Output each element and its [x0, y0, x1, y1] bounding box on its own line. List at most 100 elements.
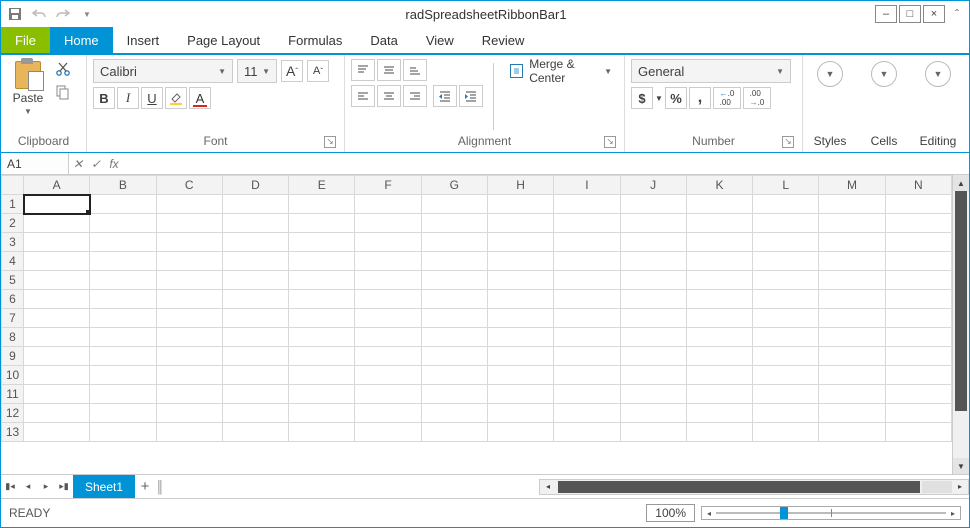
col-header[interactable]: L [753, 176, 819, 195]
copy-button[interactable] [55, 84, 71, 103]
zoom-value[interactable]: 100% [646, 504, 695, 522]
number-format-combo[interactable]: General▼ [631, 59, 791, 83]
zoom-slider[interactable]: ◂ ▸ [701, 506, 961, 520]
tab-file[interactable]: File [1, 27, 50, 53]
cell[interactable] [620, 195, 686, 214]
cell[interactable] [156, 195, 222, 214]
row-header[interactable]: 5 [2, 271, 24, 290]
horizontal-scrollbar[interactable]: ◂ ▸ [539, 479, 969, 495]
cell[interactable] [753, 195, 819, 214]
close-button[interactable]: × [923, 5, 945, 23]
select-all-corner[interactable] [2, 176, 24, 195]
currency-button[interactable]: $ [631, 87, 653, 109]
sheet-nav-last-icon[interactable]: ▸▮ [55, 475, 73, 498]
row-header[interactable]: 11 [2, 385, 24, 404]
row-header[interactable]: 8 [2, 328, 24, 347]
scroll-right-icon[interactable]: ▸ [952, 482, 968, 491]
maximize-button[interactable]: □ [899, 5, 921, 23]
merge-center-button[interactable]: Merge & Center ▼ [504, 59, 618, 83]
font-size-combo[interactable]: 11▼ [237, 59, 277, 83]
zoom-out-icon[interactable]: ◂ [702, 509, 716, 518]
sheet-nav-first-icon[interactable]: ▮◂ [1, 475, 19, 498]
slider-thumb[interactable] [780, 507, 788, 519]
cell[interactable] [686, 195, 752, 214]
scroll-thumb[interactable] [558, 481, 920, 493]
cell[interactable] [24, 214, 90, 233]
minimize-button[interactable]: – [875, 5, 897, 23]
spreadsheet-grid[interactable]: A B C D E F G H I J K L M N 1 2 3 4 5 6 … [1, 175, 952, 442]
paste-button[interactable]: Paste ▼ [7, 59, 49, 116]
save-icon[interactable] [5, 4, 25, 24]
cell[interactable] [554, 195, 620, 214]
undo-icon[interactable] [29, 4, 49, 24]
cell[interactable] [487, 195, 553, 214]
accept-formula-button[interactable]: ✓ [87, 153, 105, 174]
name-box[interactable]: A1 [1, 153, 69, 174]
cells-button[interactable]: ▼ [871, 61, 897, 87]
bold-button[interactable]: B [93, 87, 115, 109]
tab-page-layout[interactable]: Page Layout [173, 27, 274, 53]
sheet-tab-active[interactable]: Sheet1 [73, 475, 135, 498]
increase-decimal-button[interactable]: ←.0.00 [713, 87, 741, 109]
col-header[interactable]: F [355, 176, 421, 195]
percent-button[interactable]: % [665, 87, 687, 109]
formula-input[interactable] [123, 153, 969, 174]
editing-button[interactable]: ▼ [925, 61, 951, 87]
cancel-formula-button[interactable]: ✕ [69, 153, 87, 174]
col-header[interactable]: N [885, 176, 951, 195]
add-sheet-button[interactable]: + [135, 478, 155, 495]
cell[interactable] [222, 195, 288, 214]
align-middle-button[interactable] [377, 59, 401, 81]
align-right-button[interactable] [403, 85, 427, 107]
scroll-thumb[interactable] [955, 191, 967, 411]
redo-icon[interactable] [53, 4, 73, 24]
font-family-combo[interactable]: Calibri▼ [93, 59, 233, 83]
splitter-icon[interactable]: ║ [155, 480, 165, 494]
vertical-scrollbar[interactable]: ▲ ▼ [952, 175, 969, 474]
cell[interactable] [90, 195, 156, 214]
col-header[interactable]: I [554, 176, 620, 195]
number-dialog-launcher-icon[interactable]: ↘ [782, 136, 794, 148]
align-top-button[interactable] [351, 59, 375, 81]
tab-data[interactable]: Data [356, 27, 411, 53]
sheet-nav-prev-icon[interactable]: ◂ [19, 475, 37, 498]
col-header[interactable]: B [90, 176, 156, 195]
col-header[interactable]: E [289, 176, 355, 195]
tab-formulas[interactable]: Formulas [274, 27, 356, 53]
col-header[interactable]: K [686, 176, 752, 195]
decrease-indent-button[interactable] [433, 85, 457, 107]
italic-button[interactable]: I [117, 87, 139, 109]
col-header[interactable]: M [819, 176, 885, 195]
cell[interactable] [885, 195, 951, 214]
col-header[interactable]: D [222, 176, 288, 195]
cell[interactable] [355, 195, 421, 214]
fill-color-button[interactable] [165, 87, 187, 109]
align-left-button[interactable] [351, 85, 375, 107]
styles-button[interactable]: ▼ [817, 61, 843, 87]
underline-button[interactable]: U [141, 87, 163, 109]
col-header[interactable]: C [156, 176, 222, 195]
scroll-down-icon[interactable]: ▼ [953, 458, 969, 474]
zoom-in-icon[interactable]: ▸ [946, 509, 960, 518]
chevron-down-icon[interactable]: ▼ [655, 87, 663, 109]
cell[interactable] [421, 195, 487, 214]
tab-review[interactable]: Review [468, 27, 539, 53]
col-header[interactable]: J [620, 176, 686, 195]
scroll-left-icon[interactable]: ◂ [540, 482, 556, 491]
row-header[interactable]: 2 [2, 214, 24, 233]
col-header[interactable]: A [24, 176, 90, 195]
shrink-font-button[interactable]: Aˇ [307, 60, 329, 82]
cell[interactable] [289, 195, 355, 214]
font-dialog-launcher-icon[interactable]: ↘ [324, 136, 336, 148]
row-header[interactable]: 3 [2, 233, 24, 252]
col-header[interactable]: G [421, 176, 487, 195]
increase-indent-button[interactable] [459, 85, 483, 107]
tab-home[interactable]: Home [50, 27, 113, 53]
collapse-ribbon-icon[interactable]: ˆ [949, 7, 965, 21]
cut-button[interactable] [55, 61, 71, 80]
row-header[interactable]: 6 [2, 290, 24, 309]
col-header[interactable]: H [487, 176, 553, 195]
cell[interactable] [819, 195, 885, 214]
row-header[interactable]: 12 [2, 404, 24, 423]
fx-button[interactable]: fx [105, 153, 123, 174]
